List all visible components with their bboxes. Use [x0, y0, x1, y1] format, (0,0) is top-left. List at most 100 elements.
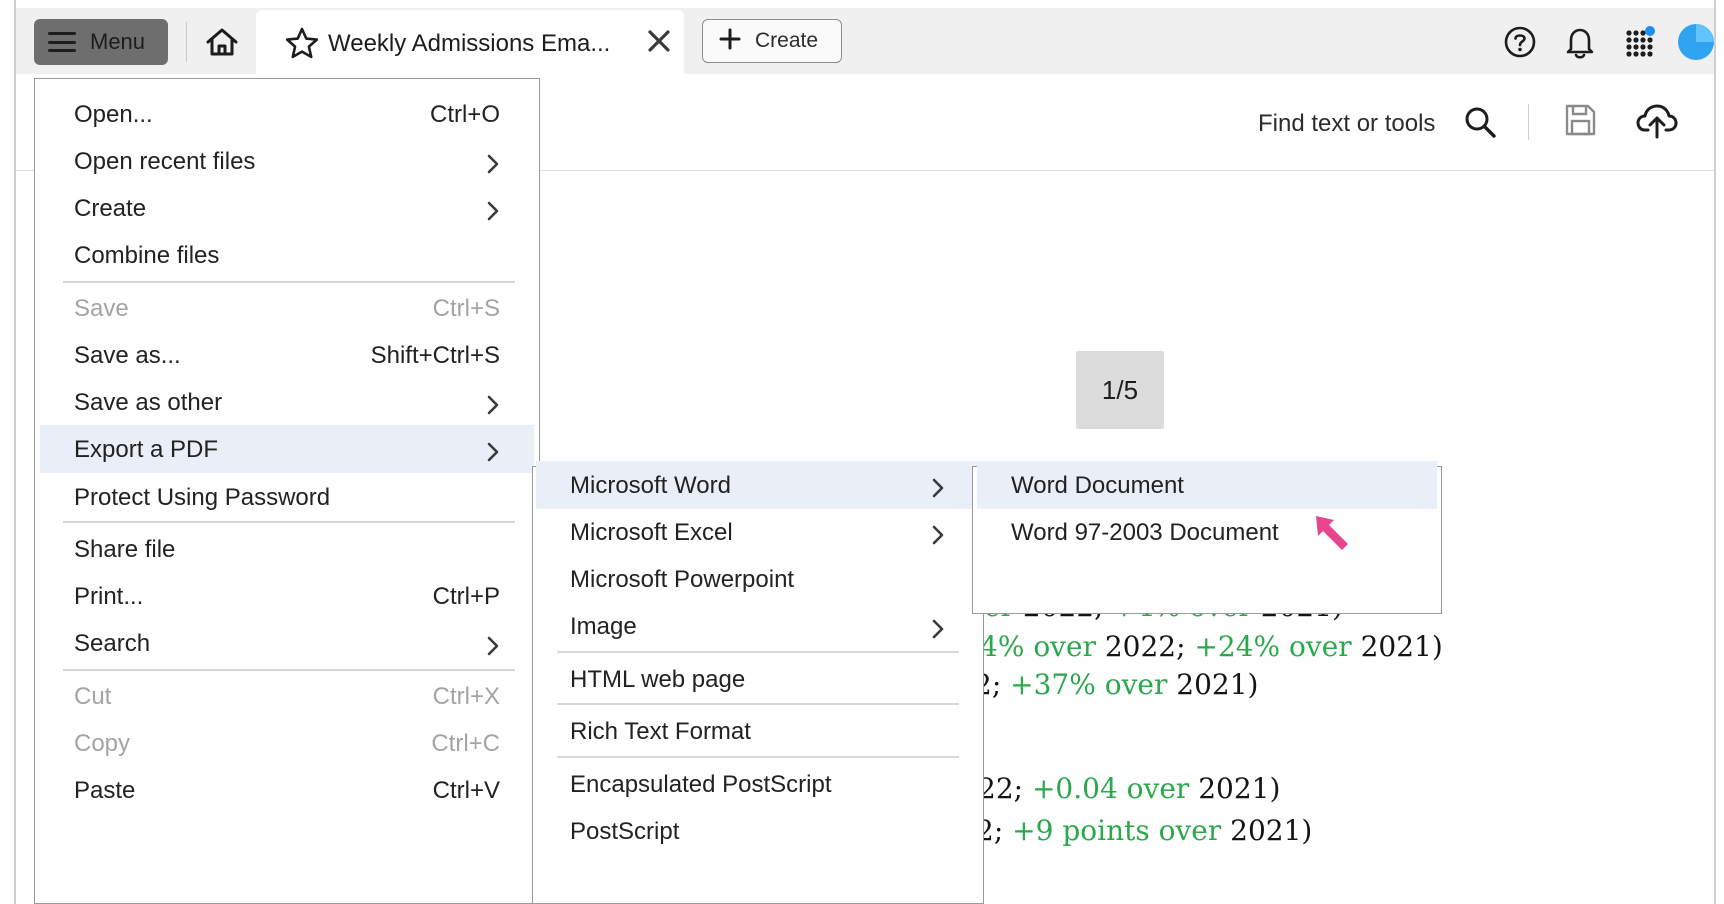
- document-text-line: 2; +37% over 2021): [974, 668, 1258, 701]
- document-text: 22;: [978, 772, 1032, 805]
- menu-item-label: Save: [74, 295, 129, 322]
- menu-item-postscript[interactable]: PostScript: [536, 807, 979, 855]
- menu-item-label: Search: [74, 630, 151, 657]
- document-text: 2021): [1351, 630, 1443, 663]
- menu-item-copy[interactable]: Copy Ctrl+C: [40, 719, 534, 767]
- menu-item-cut[interactable]: Cut Ctrl+X: [40, 672, 534, 720]
- menu-separator: [557, 756, 959, 758]
- menu-item-combine-files[interactable]: Combine files: [40, 231, 534, 279]
- hamburger-icon: [48, 32, 76, 52]
- avatar[interactable]: [1676, 22, 1716, 62]
- menu-item-image[interactable]: Image: [536, 602, 979, 650]
- menu-item-label: Save as...: [74, 342, 181, 369]
- help-icon[interactable]: [1500, 22, 1540, 62]
- menu-item-word-document[interactable]: Word Document: [977, 461, 1437, 509]
- menu-button-label: Menu: [90, 29, 146, 54]
- cloud-upload-icon[interactable]: [1636, 102, 1678, 145]
- menu-item-save-as-other[interactable]: Save as other: [40, 378, 534, 426]
- search-icon[interactable]: [1462, 104, 1498, 145]
- window-edge-right: [1714, 0, 1716, 904]
- menu-item-label: Copy: [74, 730, 131, 757]
- menu-item-microsoft-excel[interactable]: Microsoft Excel: [536, 508, 979, 556]
- menu-item-html-web-page[interactable]: HTML web page: [536, 655, 979, 703]
- tab-divider: [186, 22, 187, 62]
- stat-change-text: +0.04 over: [1031, 772, 1190, 805]
- create-button[interactable]: Create: [702, 19, 842, 63]
- document-tab[interactable]: Weekly Admissions Ema...: [256, 10, 684, 74]
- export-pdf-submenu: Microsoft Word Microsoft Excel Microsoft P…: [532, 461, 984, 904]
- menu-item-label: Cut: [74, 683, 112, 710]
- chevron-right-icon: [486, 200, 500, 228]
- chevron-right-icon: [486, 441, 500, 469]
- save-icon[interactable]: [1562, 102, 1598, 143]
- close-tab-icon[interactable]: [646, 28, 672, 59]
- apps-grid-icon[interactable]: [1620, 22, 1660, 62]
- menu-item-encapsulated-postscript[interactable]: Encapsulated PostScript: [536, 760, 979, 808]
- menu-item-rich-text-format[interactable]: Rich Text Format: [536, 707, 979, 755]
- menu-item-label: Open...: [74, 101, 153, 128]
- menu-item-label: Create: [74, 195, 147, 222]
- chevron-right-icon: [931, 477, 945, 505]
- menu-item-label: Rich Text Format: [570, 718, 751, 745]
- stat-change-text: +37% over: [1010, 668, 1168, 701]
- menu-item-save[interactable]: Save Ctrl+S: [40, 284, 534, 332]
- menu-item-create[interactable]: Create: [40, 184, 534, 232]
- menu-item-word-97-2003-document[interactable]: Word 97-2003 Document: [977, 508, 1437, 556]
- find-text-or-tools-label[interactable]: Find text or tools: [1258, 110, 1435, 138]
- menu-item-shortcut: Ctrl+X: [432, 683, 500, 710]
- menu-separator: [63, 521, 515, 523]
- menu-item-label: Image: [570, 613, 637, 640]
- menu-item-export-a-pdf[interactable]: Export a PDF: [40, 425, 534, 473]
- document-text-line: 2; +9 points over 2021): [976, 814, 1312, 847]
- document-tab-title: Weekly Admissions Ema...: [328, 30, 611, 57]
- menu-item-label: Export a PDF: [74, 436, 219, 463]
- menu-item-label: Protect Using Password: [74, 484, 331, 511]
- menu-item-shortcut: Shift+Ctrl+S: [370, 342, 500, 369]
- stat-change-text: +9 points over: [1012, 814, 1222, 847]
- menu-item-microsoft-word[interactable]: Microsoft Word: [536, 461, 979, 509]
- menu-item-open[interactable]: Open... Ctrl+O: [40, 90, 534, 138]
- menu-separator: [557, 703, 959, 705]
- menu-item-microsoft-powerpoint[interactable]: Microsoft Powerpoint: [536, 555, 979, 603]
- menu-item-share-file[interactable]: Share file: [40, 525, 534, 573]
- menu-item-label: Encapsulated PostScript: [570, 771, 832, 798]
- document-text-line: 22; +0.04 over 2021): [978, 772, 1280, 805]
- menu-item-shortcut: Ctrl+C: [431, 730, 500, 757]
- menu-item-label: PostScript: [570, 818, 680, 845]
- document-text: 2021): [1221, 814, 1313, 847]
- menu-item-save-as[interactable]: Save as... Shift+Ctrl+S: [40, 331, 534, 379]
- tab-bar: Menu Weekly Admissions Ema... Create: [16, 8, 1714, 75]
- document-text: 2021): [1189, 772, 1281, 805]
- page-indicator: 1/5: [1076, 351, 1164, 429]
- menu-item-shortcut: Ctrl+O: [429, 101, 500, 128]
- menu-item-label: Paste: [74, 777, 136, 804]
- menu-item-label: Print...: [74, 583, 144, 610]
- chevron-right-icon: [931, 524, 945, 552]
- microsoft-word-submenu: Word Document Word 97-2003 Document: [972, 461, 1442, 614]
- menu-item-label: HTML web page: [570, 666, 746, 693]
- menu-item-label: Word 97-2003 Document: [1011, 519, 1279, 546]
- menu-separator: [63, 669, 515, 671]
- menu-item-label: Microsoft Powerpoint: [570, 566, 795, 593]
- menu-item-protect-using-password[interactable]: Protect Using Password: [40, 473, 534, 521]
- menu-item-paste[interactable]: Paste Ctrl+V: [40, 766, 534, 814]
- stat-change-text: +24% over: [1194, 630, 1352, 663]
- menu-button[interactable]: Menu: [34, 19, 168, 65]
- stat-change-text: 4% over: [980, 630, 1096, 663]
- plus-icon: [719, 28, 741, 55]
- chevron-right-icon: [931, 618, 945, 646]
- menu-item-print[interactable]: Print... Ctrl+P: [40, 572, 534, 620]
- menu-item-search[interactable]: Search: [40, 619, 534, 667]
- home-button[interactable]: [196, 21, 248, 63]
- create-button-label: Create: [755, 29, 819, 52]
- star-icon[interactable]: [284, 26, 320, 65]
- menu-item-label: Open recent files: [74, 148, 256, 175]
- menu-item-label: Save as other: [74, 389, 223, 416]
- menu-item-label: Word Document: [1011, 472, 1184, 499]
- bell-icon[interactable]: [1560, 22, 1600, 62]
- menu-separator: [557, 651, 959, 653]
- menu-item-open-recent-files[interactable]: Open recent files: [40, 137, 534, 185]
- menu-item-label: Microsoft Excel: [570, 519, 733, 546]
- menu-separator: [63, 281, 515, 283]
- menu-item-label: Combine files: [74, 242, 220, 269]
